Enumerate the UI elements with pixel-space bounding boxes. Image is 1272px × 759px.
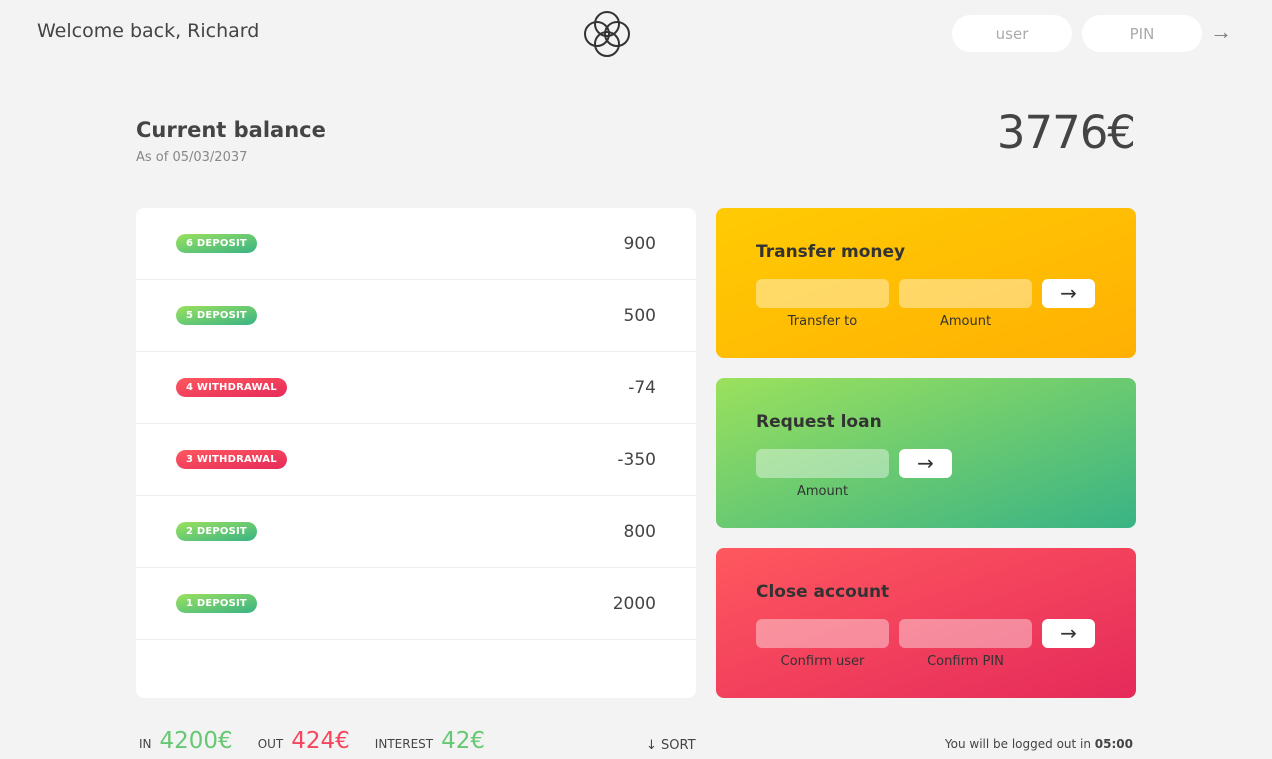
movement-value: 900 <box>623 233 656 254</box>
movement-value: -350 <box>617 449 656 470</box>
close-account-panel: Close account → Confirm user Confirm PIN <box>716 548 1136 698</box>
movement-row: 6 DEPOSIT 900 <box>136 208 696 280</box>
summary-bar: In 4200€ Out 424€ Interest 42€ <box>139 728 510 754</box>
movement-value: 2000 <box>612 593 656 614</box>
movement-type-badge: 5 DEPOSIT <box>176 306 257 325</box>
summary-in-value: 4200€ <box>159 728 233 754</box>
balance-date: As of 05/03/2037 <box>136 150 248 165</box>
welcome-message: Welcome back, Richard <box>37 20 260 42</box>
summary-out-value: 424€ <box>291 728 350 754</box>
close-user-input[interactable] <box>756 619 889 648</box>
movement-type-badge: 4 WITHDRAWAL <box>176 378 287 397</box>
transfer-amount-input[interactable] <box>899 279 1032 308</box>
loan-amount-input[interactable] <box>756 449 889 478</box>
summary-out-label: Out <box>257 737 284 751</box>
logout-text: You will be logged out in <box>944 737 1095 751</box>
movement-row: 4 WITHDRAWAL -74 <box>136 352 696 424</box>
movement-row: 3 WITHDRAWAL -350 <box>136 424 696 496</box>
movement-value: 800 <box>623 521 656 542</box>
transfer-title: Transfer money <box>756 242 906 262</box>
movement-row: 1 DEPOSIT 2000 <box>136 568 696 640</box>
movement-type-badge: 3 WITHDRAWAL <box>176 450 287 469</box>
close-submit-button[interactable]: → <box>1042 619 1095 648</box>
transfer-submit-button[interactable]: → <box>1042 279 1095 308</box>
transfer-money-panel: Transfer money → Transfer to Amount <box>716 208 1136 358</box>
transfer-amount-label: Amount <box>939 314 992 329</box>
movement-type-badge: 6 DEPOSIT <box>176 234 257 253</box>
movement-row: 5 DEPOSIT 500 <box>136 280 696 352</box>
close-title: Close account <box>756 582 890 602</box>
sort-button[interactable]: ↓ SORT <box>646 738 696 753</box>
movement-value: 500 <box>623 305 656 326</box>
login-pin-input[interactable] <box>1082 15 1202 52</box>
close-pin-label: Confirm PIN <box>927 654 1004 669</box>
transfer-to-label: Transfer to <box>787 314 858 329</box>
logout-timer: You will be logged out in 05:00 <box>945 737 1133 751</box>
summary-interest-label: Interest <box>374 737 434 751</box>
logout-timer-value: 05:00 <box>1094 737 1133 751</box>
movement-value: -74 <box>628 377 656 398</box>
movement-row: 2 DEPOSIT 800 <box>136 496 696 568</box>
loan-title: Request loan <box>756 412 882 432</box>
login-user-input[interactable] <box>952 15 1072 52</box>
summary-interest-value: 42€ <box>441 728 485 754</box>
close-pin-input[interactable] <box>899 619 1032 648</box>
balance-value: 3776€ <box>996 106 1136 159</box>
summary-in-label: In <box>139 737 152 751</box>
request-loan-panel: Request loan → Amount <box>716 378 1136 528</box>
loan-amount-label: Amount <box>796 484 849 499</box>
movements-list: 6 DEPOSIT 900 5 DEPOSIT 500 4 WITHDRAWAL… <box>136 208 696 698</box>
transfer-to-input[interactable] <box>756 279 889 308</box>
top-nav: Welcome back, Richard → <box>0 0 1272 68</box>
bankist-logo-icon <box>584 11 630 57</box>
movement-type-badge: 2 DEPOSIT <box>176 522 257 541</box>
balance-label: Current balance <box>136 118 326 142</box>
login-button[interactable]: → <box>1210 19 1232 45</box>
movement-type-badge: 1 DEPOSIT <box>176 594 257 613</box>
close-user-label: Confirm user <box>780 654 865 669</box>
loan-submit-button[interactable]: → <box>899 449 952 478</box>
